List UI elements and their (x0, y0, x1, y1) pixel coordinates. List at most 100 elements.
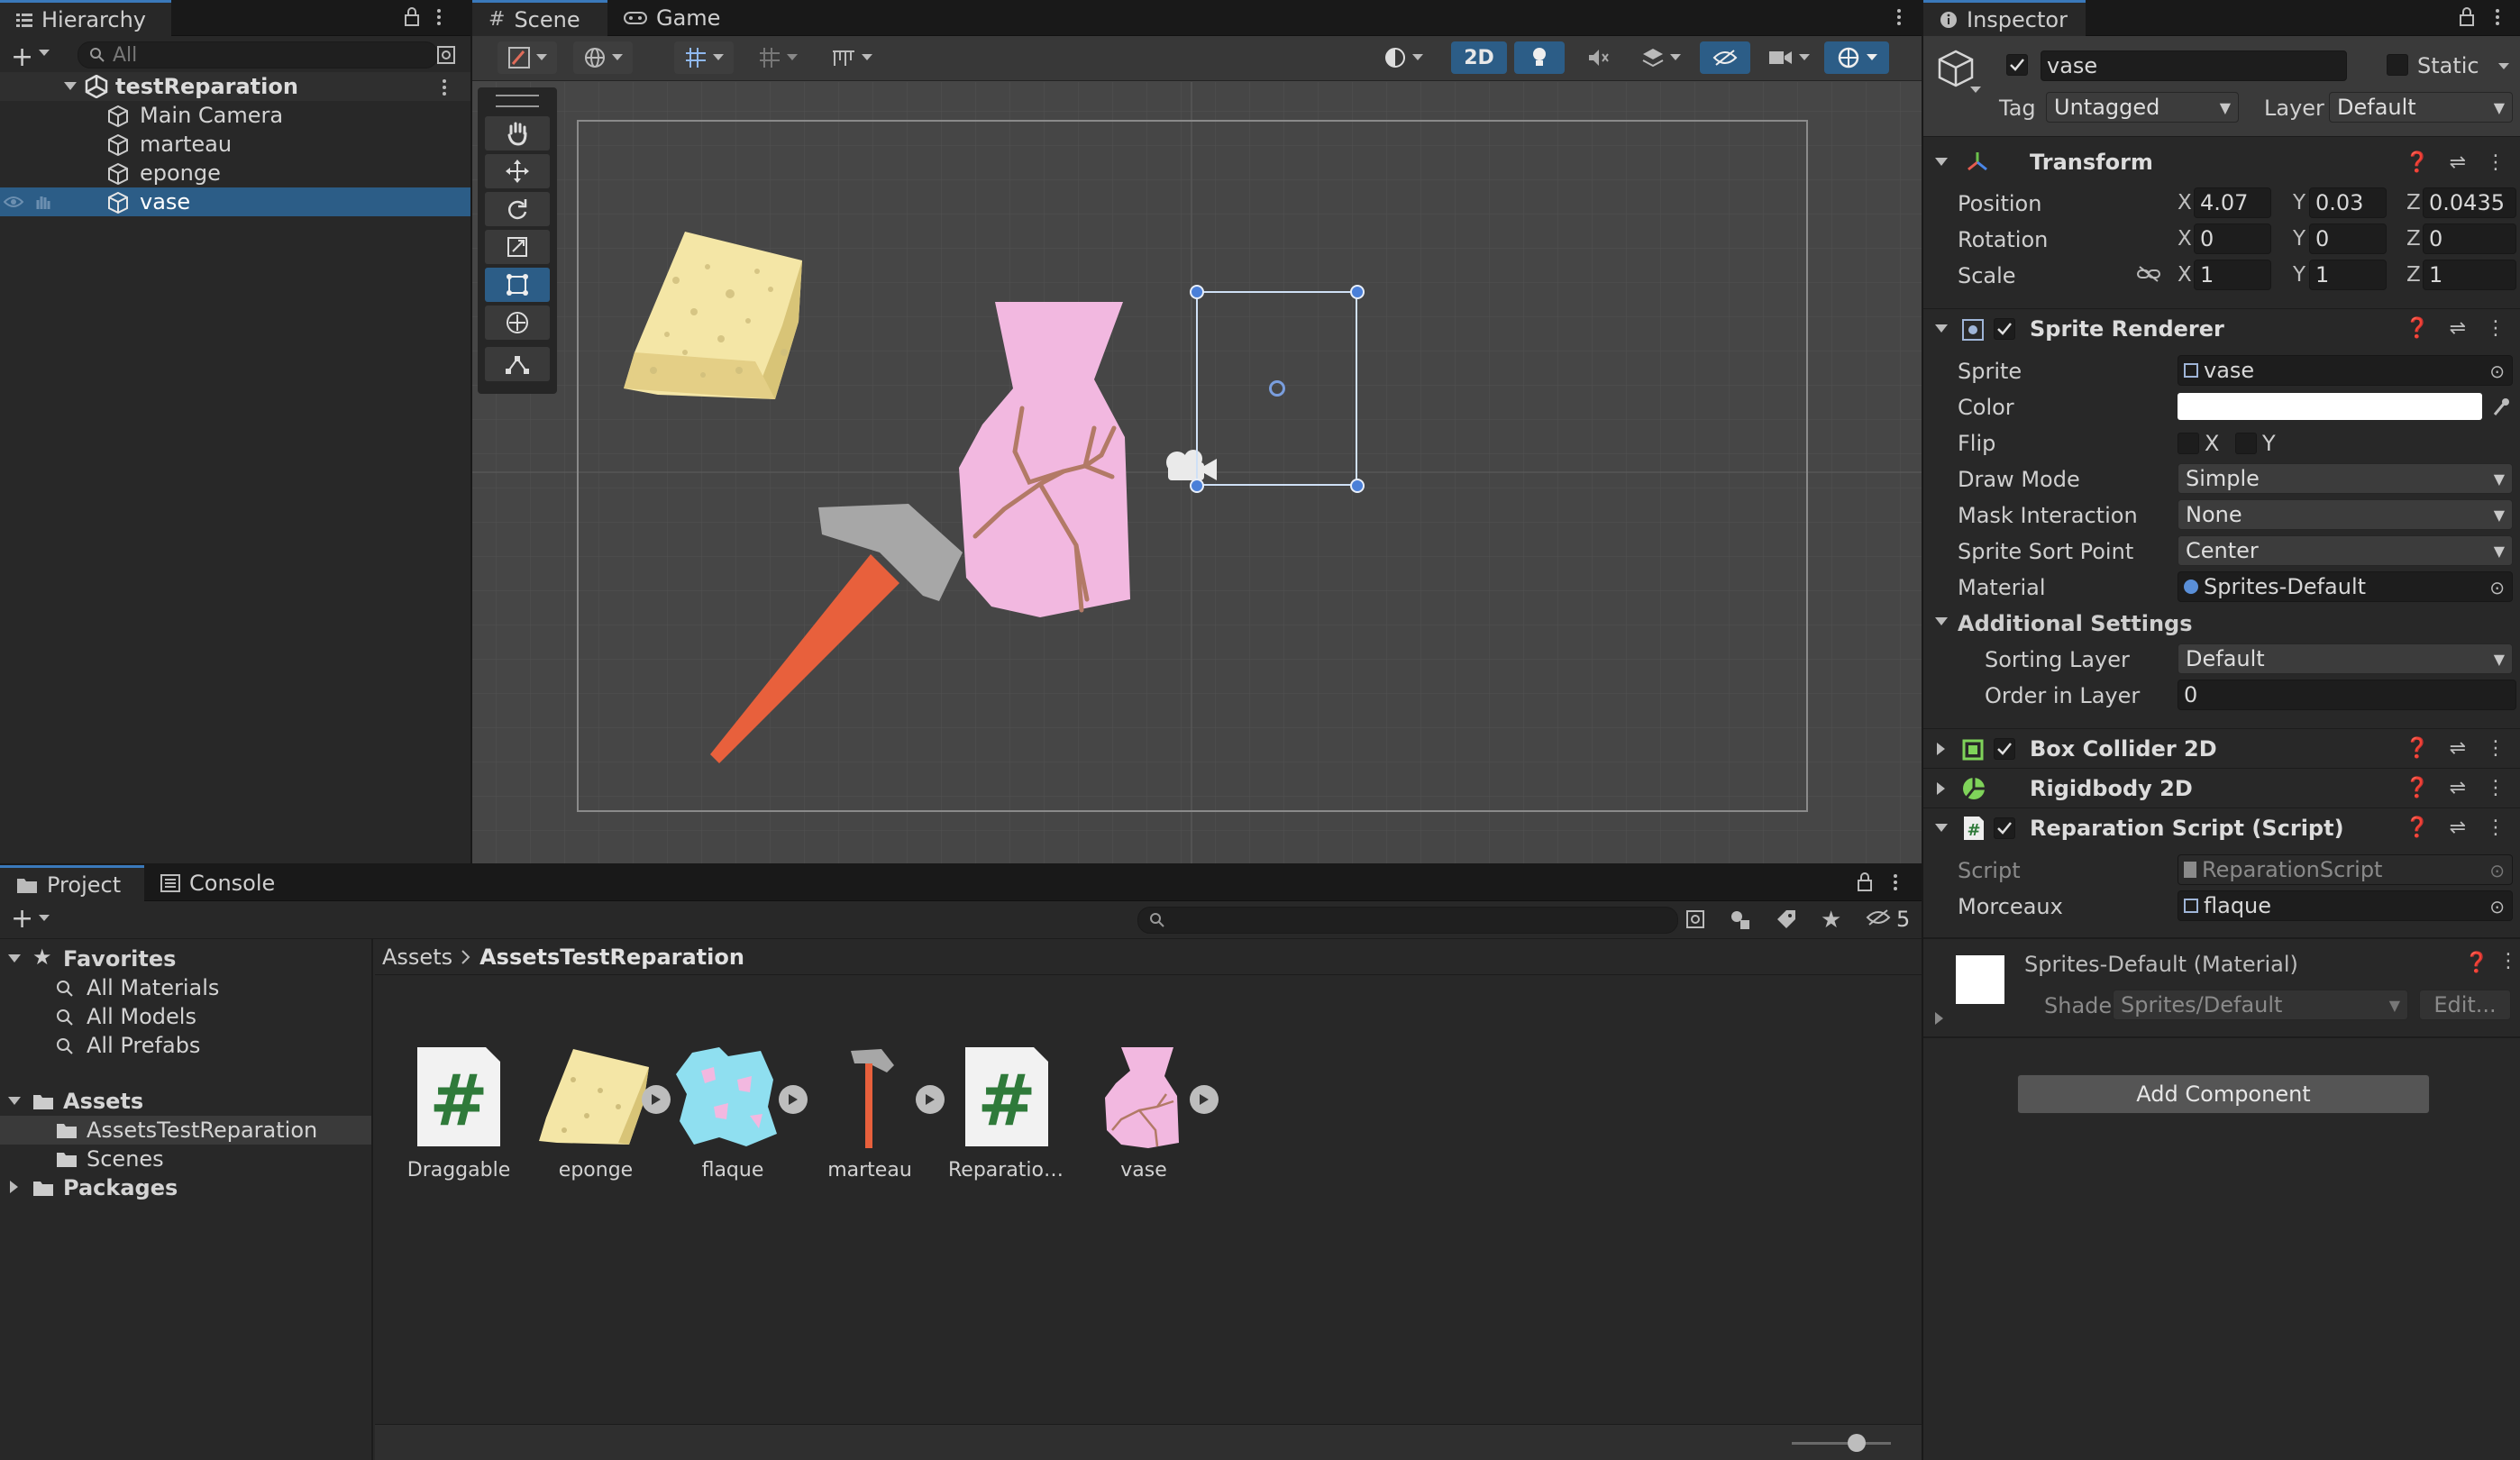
hierarchy-item-marteau[interactable]: marteau (0, 130, 470, 159)
rotation-x-field[interactable]: 0 (2194, 224, 2271, 254)
packages-row[interactable]: Packages (0, 1173, 371, 1202)
grid-snap-button[interactable] (674, 41, 734, 74)
collapsed-arrow-icon[interactable] (9, 1180, 20, 1194)
breadcrumb-root[interactable]: Assets (382, 944, 452, 970)
order-in-layer-field[interactable]: 0 (2178, 680, 2516, 710)
help-icon[interactable]: ❓ (2464, 952, 2488, 974)
layer-dropdown[interactable]: Default ▼ (2329, 92, 2513, 123)
kebab-menu-icon[interactable]: ⋮ (2486, 737, 2506, 760)
asset-reparation-script[interactable]: # Reparation... (948, 1038, 1065, 1182)
preset-icon[interactable]: ⇌ (2450, 777, 2466, 799)
rigidbody-header[interactable]: Rigidbody 2D ❓ ⇌ ⋮ (1923, 768, 2520, 808)
scene-visibility-toggle[interactable] (1700, 41, 1750, 74)
rotation-z-field[interactable]: 0 (2423, 224, 2516, 254)
kebab-menu-icon[interactable] (436, 7, 442, 27)
object-picker-icon[interactable]: ⊙ (2489, 360, 2505, 382)
sorting-layer-dropdown[interactable]: Default ▼ (2178, 643, 2513, 674)
collapsed-arrow-icon[interactable] (1936, 781, 1947, 796)
shader-dropdown[interactable]: Sprites/Default ▼ (2113, 990, 2408, 1020)
zoom-slider-thumb[interactable] (1848, 1434, 1866, 1452)
position-y-field[interactable]: 0.03 (2309, 187, 2387, 218)
overlay-grip[interactable] (496, 95, 539, 107)
chevron-down-icon[interactable] (38, 49, 50, 58)
favorite-star-icon[interactable]: ★ (1821, 907, 1841, 934)
pickable-hand-icon[interactable] (34, 193, 52, 211)
tab-game[interactable]: Game (607, 0, 743, 36)
help-icon[interactable]: ❓ (2405, 151, 2429, 174)
scale-x-field[interactable]: 1 (2194, 260, 2271, 290)
hidden-packages-icon[interactable] (1866, 908, 1891, 926)
tab-scene[interactable]: # Scene (472, 0, 607, 36)
morceaux-object-field[interactable]: flaque ⊙ (2178, 890, 2513, 921)
preset-icon[interactable]: ⇌ (2450, 817, 2466, 839)
assets-row[interactable]: Assets (0, 1087, 371, 1116)
tab-inspector[interactable]: Inspector (1923, 0, 2086, 36)
favorites-row[interactable]: ★ Favorites (0, 944, 371, 973)
favorite-item-all-models[interactable]: All Models (0, 1002, 371, 1031)
shading-mode-button[interactable] (1374, 41, 1433, 74)
project-search-input[interactable] (1137, 907, 1678, 934)
scene-viewport[interactable] (472, 82, 1922, 863)
zoom-slider-track[interactable] (1792, 1442, 1891, 1445)
collapsed-arrow-icon[interactable] (1934, 1011, 1945, 1026)
filter-by-type-icon[interactable] (1729, 908, 1752, 932)
search-filter-icon[interactable] (436, 45, 458, 67)
expand-play-icon[interactable] (642, 1085, 671, 1114)
hierarchy-item-vase[interactable]: vase (0, 187, 470, 216)
lock-icon[interactable] (404, 7, 420, 27)
expand-play-icon[interactable] (916, 1085, 945, 1114)
collapsed-arrow-icon[interactable] (1936, 742, 1947, 756)
asset-draggable[interactable]: # Draggable (400, 1038, 517, 1182)
move-tool[interactable] (485, 154, 550, 188)
expand-arrow-icon[interactable] (1934, 823, 1949, 834)
hierarchy-item-eponge[interactable]: eponge (0, 159, 470, 187)
breadcrumb-current[interactable]: AssetsTestReparation (479, 944, 744, 970)
help-icon[interactable]: ❓ (2405, 817, 2429, 839)
effects-button[interactable] (1631, 41, 1691, 74)
eponge-sprite[interactable] (622, 226, 838, 415)
asset-flaque[interactable]: flaque (674, 1038, 808, 1182)
kebab-menu-icon[interactable]: ⋮ (2486, 817, 2506, 839)
vase-sprite[interactable] (860, 275, 1184, 653)
preset-icon[interactable]: ⇌ (2450, 151, 2466, 174)
favorite-item-all-materials[interactable]: All Materials (0, 973, 371, 1002)
expand-play-icon[interactable] (1190, 1085, 1219, 1114)
transform-tool[interactable] (485, 306, 550, 340)
flip-x-checkbox[interactable] (2178, 433, 2199, 454)
selection-handle[interactable] (1350, 285, 1365, 299)
lock-icon[interactable] (2459, 7, 2475, 27)
expand-arrow-icon[interactable] (1934, 157, 1949, 168)
box-collider-enabled-checkbox[interactable] (1994, 738, 2015, 760)
tab-project[interactable]: Project (0, 865, 144, 901)
asset-eponge[interactable]: eponge (537, 1038, 671, 1182)
folder-assets-test-reparation[interactable]: AssetsTestReparation (0, 1116, 371, 1145)
eyedropper-icon[interactable] (2491, 397, 2509, 416)
sprite-sort-point-dropdown[interactable]: Center ▼ (2178, 535, 2513, 566)
color-swatch[interactable] (2178, 393, 2482, 420)
transform-header[interactable]: Transform ❓ ⇌ ⋮ (1923, 142, 2520, 182)
kebab-menu-icon[interactable] (1893, 872, 1898, 892)
draw-mode-button[interactable] (498, 41, 557, 74)
selection-handle[interactable] (1190, 479, 1204, 493)
rect-tool[interactable] (485, 268, 550, 302)
chevron-down-icon[interactable] (2498, 63, 2509, 70)
increment-snap-button[interactable] (748, 41, 808, 74)
chevron-down-icon[interactable] (38, 914, 50, 923)
tag-dropdown[interactable]: Untagged ▼ (2046, 92, 2239, 123)
kebab-menu-icon[interactable]: ⋮ (2486, 151, 2506, 174)
expand-play-icon[interactable] (779, 1085, 808, 1114)
tab-hierarchy[interactable]: Hierarchy (0, 0, 171, 36)
add-component-button[interactable]: Add Component (2017, 1074, 2430, 1114)
help-icon[interactable]: ❓ (2405, 317, 2429, 340)
scene-row[interactable]: testReparation (0, 72, 470, 101)
add-icon[interactable]: + (11, 41, 33, 73)
object-picker-icon[interactable]: ⊙ (2489, 896, 2505, 917)
gizmos-button[interactable] (1824, 41, 1889, 74)
mask-interaction-dropdown[interactable]: None ▼ (2178, 499, 2513, 530)
folder-scenes[interactable]: Scenes (0, 1145, 371, 1173)
scale-y-field[interactable]: 1 (2309, 260, 2387, 290)
additional-settings-label[interactable]: Additional Settings (1958, 611, 2193, 636)
scale-z-field[interactable]: 1 (2423, 260, 2516, 290)
expand-arrow-icon[interactable] (1934, 616, 1949, 627)
camera-settings-button[interactable] (1759, 41, 1819, 74)
